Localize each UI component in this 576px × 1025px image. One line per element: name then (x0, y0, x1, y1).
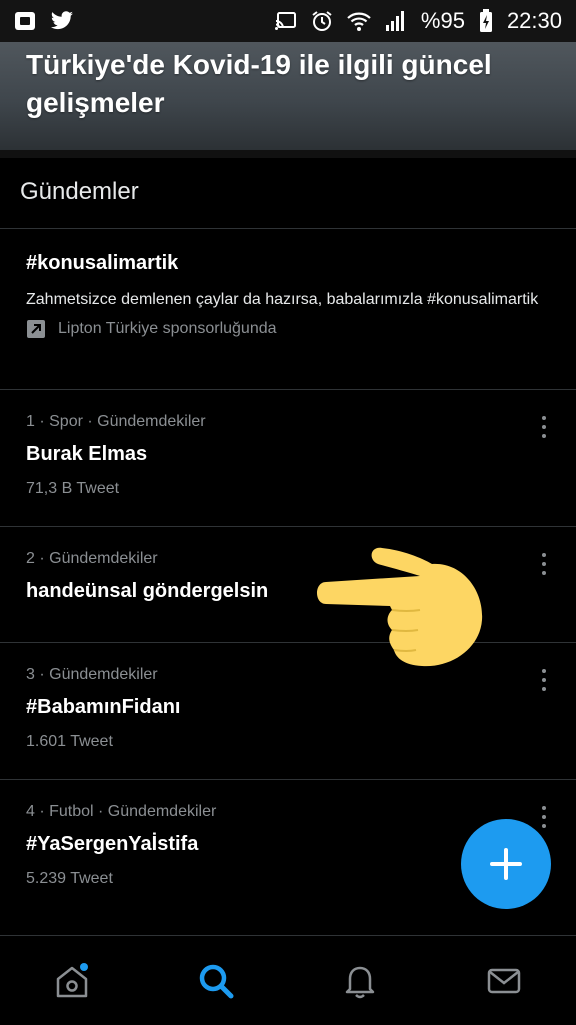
divider (0, 228, 576, 229)
promoted-hashtag[interactable]: #konusalimartik (26, 252, 546, 275)
more-options-icon[interactable] (536, 416, 552, 438)
more-options-icon[interactable] (536, 669, 552, 691)
home-icon (56, 962, 88, 997)
battery-charging-icon (479, 9, 492, 32)
promoted-trend[interactable]: #konusalimartik Zahmetsizce demlenen çay… (26, 252, 546, 339)
mail-icon (487, 968, 521, 993)
hero-banner[interactable]: Türkiye'de Kovid-19 ile ilgili güncel ge… (0, 42, 576, 150)
trend-name: Burak Elmas (26, 443, 148, 465)
promoted-arrow-icon (27, 320, 45, 338)
status-bar-right: %95 22:30 (274, 8, 562, 34)
notification-square-icon (15, 12, 35, 30)
twitter-bird-icon (51, 11, 73, 30)
status-bar-left (14, 11, 74, 31)
trend-item-3[interactable]: 3 · Gündemdekiler #BabamınFidanı 1.601 T… (26, 666, 546, 751)
tab-notifications[interactable] (330, 951, 390, 1011)
more-options-icon[interactable] (536, 806, 552, 828)
status-bar: %95 22:30 (0, 0, 576, 42)
wifi-icon (347, 12, 371, 31)
trend-meta: 4 · Futbol · Gündemdekiler (26, 803, 217, 820)
trend-meta: 1 · Spor · Gündemdekiler (26, 413, 206, 430)
divider (0, 642, 576, 643)
trend-tweet-count: 1.601 Tweet (26, 733, 113, 750)
tab-home[interactable] (42, 951, 102, 1011)
alarm-icon (312, 11, 332, 31)
battery-percent: %95 (420, 8, 465, 33)
tab-search[interactable] (186, 951, 246, 1011)
signal-icon (385, 11, 404, 31)
divider (0, 389, 576, 390)
hero-separator (0, 150, 576, 158)
pointing-hand-icon (317, 547, 483, 667)
clock: 22:30 (506, 8, 562, 33)
cast-icon (274, 12, 296, 30)
trend-name: #BabamınFidanı (26, 696, 181, 718)
trend-item-1[interactable]: 1 · Spor · Gündemdekiler Burak Elmas 71,… (26, 413, 546, 498)
more-options-icon[interactable] (536, 553, 552, 575)
search-icon (199, 964, 234, 998)
plus-icon (490, 848, 522, 880)
bell-icon (345, 966, 375, 998)
hero-title: Türkiye'de Kovid-19 ile ilgili güncel ge… (26, 49, 492, 118)
compose-button[interactable] (461, 819, 551, 909)
divider (0, 526, 576, 527)
promoted-description: Zahmetsizce demlenen çaylar da hazırsa, … (26, 291, 539, 308)
sponsor-label: Lipton Türkiye sponsorluğunda (58, 320, 277, 337)
divider (0, 779, 576, 780)
bottom-tab-bar (0, 935, 576, 1025)
section-title: Gündemler (20, 178, 139, 205)
promoted-sponsor: Lipton Türkiye sponsorluğunda (26, 319, 546, 339)
trend-tweet-count: 71,3 B Tweet (26, 480, 120, 497)
tab-messages[interactable] (474, 951, 534, 1011)
